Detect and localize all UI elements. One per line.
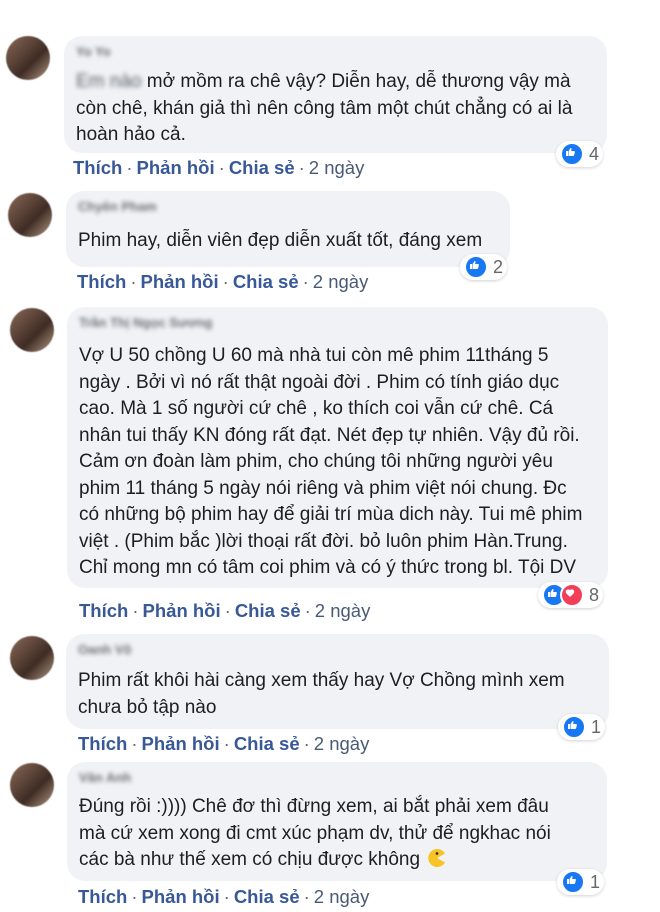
reaction-count: 8 bbox=[589, 584, 600, 605]
avatar[interactable] bbox=[6, 36, 50, 80]
comment-text: Vợ U 50 chồng U 60 mà nhà tui còn mê phi… bbox=[79, 345, 583, 578]
comment-bubble: Văn Anh Đúng rồi :)))) Chê đơ thì đừng x… bbox=[67, 762, 607, 881]
reaction-summary[interactable]: 2 bbox=[460, 254, 508, 280]
comment-text: Phim rất khôi hài càng xem thấy hay Vợ C… bbox=[78, 670, 565, 718]
timestamp[interactable]: 2 ngày bbox=[315, 600, 371, 621]
comment-text-prefix: Em nào bbox=[76, 71, 142, 92]
comment-actions: Thích · Phản hồi · Chia sẻ · 2 ngày bbox=[78, 886, 370, 907]
share-link[interactable]: Chia sẻ bbox=[229, 157, 295, 178]
reaction-summary[interactable]: 4 bbox=[556, 141, 604, 167]
like-link[interactable]: Thích bbox=[78, 733, 127, 754]
reaction-summary[interactable]: 8 bbox=[538, 582, 604, 608]
commenter-name[interactable]: Yo Yo bbox=[76, 44, 111, 59]
reply-link[interactable]: Phản hồi bbox=[141, 271, 219, 292]
pacman-emoji-icon bbox=[427, 848, 447, 877]
comment-text: Phim hay, diễn viên đẹp diễn xuất tốt, đ… bbox=[78, 230, 483, 251]
comment-text: Em nào mở mồm ra chê vậy? Diễn hay, dễ t… bbox=[76, 71, 573, 145]
like-reaction-icon bbox=[560, 142, 584, 166]
comment-actions: Thích · Phản hồi · Chia sẻ · 2 ngày bbox=[78, 733, 370, 754]
like-link[interactable]: Thích bbox=[73, 157, 122, 178]
comment-actions: Thích · Phản hồi · Chia sẻ · 2 ngày bbox=[73, 157, 365, 178]
share-link[interactable]: Chia sẻ bbox=[234, 886, 300, 907]
reply-link[interactable]: Phản hồi bbox=[142, 733, 220, 754]
like-reaction-icon bbox=[464, 255, 488, 279]
reaction-count: 4 bbox=[589, 143, 600, 164]
reaction-count: 1 bbox=[591, 716, 602, 737]
comment-bubble: Yo Yo Em nào mở mồm ra chê vậy? Diễn hay… bbox=[64, 36, 607, 153]
commenter-name[interactable]: Chyên Pham bbox=[78, 199, 157, 214]
avatar[interactable] bbox=[8, 193, 52, 237]
comment-bubble: Chyên Pham Phim hay, diễn viên đẹp diễn … bbox=[66, 191, 510, 267]
commenter-name[interactable]: Văn Anh bbox=[79, 770, 131, 785]
comment-bubble: Trần Thị Ngọc Sương Vợ U 50 chồng U 60 m… bbox=[67, 307, 608, 588]
reply-link[interactable]: Phản hồi bbox=[143, 600, 221, 621]
reply-link[interactable]: Phản hồi bbox=[137, 157, 215, 178]
timestamp[interactable]: 2 ngày bbox=[314, 733, 370, 754]
like-reaction-icon bbox=[561, 870, 585, 894]
share-link[interactable]: Chia sẻ bbox=[235, 600, 301, 621]
avatar[interactable] bbox=[10, 636, 54, 680]
comment-text: Đúng rồi :)))) Chê đơ thì đừng xem, ai b… bbox=[79, 794, 579, 877]
comment-actions: Thích · Phản hồi · Chia sẻ · 2 ngày bbox=[77, 271, 369, 292]
like-link[interactable]: Thích bbox=[78, 886, 127, 907]
reaction-count: 2 bbox=[493, 256, 504, 277]
reaction-summary[interactable]: 1 bbox=[557, 869, 605, 895]
like-link[interactable]: Thích bbox=[79, 600, 128, 621]
reply-link[interactable]: Phản hồi bbox=[142, 886, 220, 907]
commenter-name[interactable]: Trần Thị Ngọc Sương bbox=[79, 315, 213, 330]
share-link[interactable]: Chia sẻ bbox=[233, 271, 299, 292]
avatar[interactable] bbox=[10, 308, 54, 352]
heart-reaction-icon bbox=[560, 583, 584, 607]
reaction-summary[interactable]: 1 bbox=[558, 714, 606, 740]
reaction-count: 1 bbox=[590, 871, 601, 892]
comment-bubble: Oanh Võ Phim rất khôi hài càng xem thấy … bbox=[66, 634, 609, 729]
like-reaction-icon bbox=[562, 715, 586, 739]
like-link[interactable]: Thích bbox=[77, 271, 126, 292]
timestamp[interactable]: 2 ngày bbox=[313, 271, 369, 292]
share-link[interactable]: Chia sẻ bbox=[234, 733, 300, 754]
comment-actions: Thích · Phản hồi · Chia sẻ · 2 ngày bbox=[79, 600, 371, 621]
commenter-name[interactable]: Oanh Võ bbox=[78, 642, 131, 657]
timestamp[interactable]: 2 ngày bbox=[309, 157, 365, 178]
timestamp[interactable]: 2 ngày bbox=[314, 886, 370, 907]
avatar[interactable] bbox=[10, 763, 54, 807]
